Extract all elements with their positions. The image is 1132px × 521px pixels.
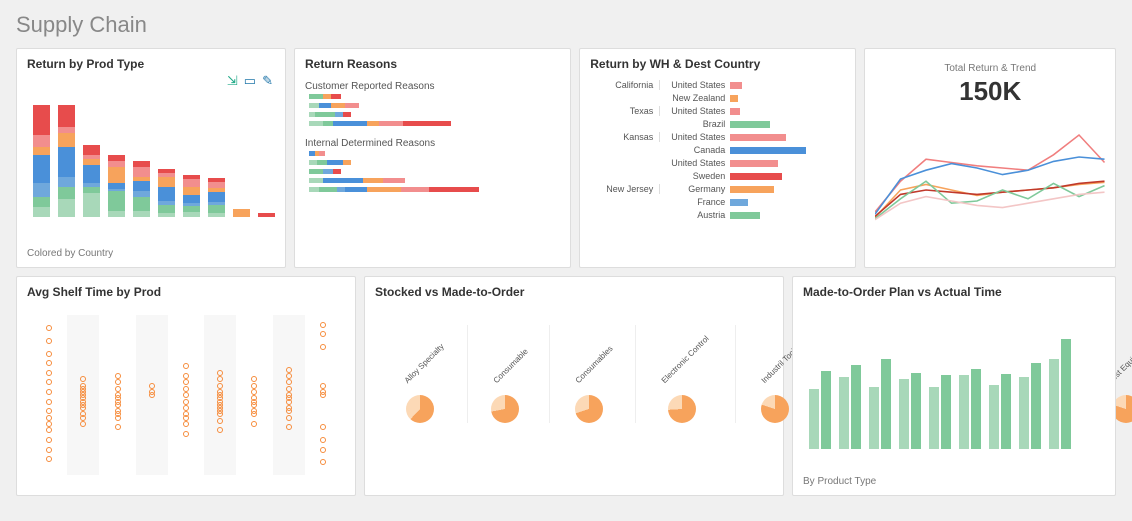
- edit-icon[interactable]: ✎: [262, 73, 273, 89]
- page-title: Supply Chain: [16, 12, 1116, 38]
- kpi-value: 150K: [875, 76, 1105, 107]
- card-return-by-prod-type[interactable]: Return by Prod Type ⇲ ▭ ✎ Colored by Cou…: [16, 48, 286, 268]
- card-footnote: By Product Type: [803, 476, 1105, 487]
- card-return-by-wh[interactable]: Return by WH & Dest Country CaliforniaUn…: [579, 48, 856, 268]
- card-return-reasons[interactable]: Return Reasons Customer Reported Reasons…: [294, 48, 571, 268]
- card-toolbar: ⇲ ▭ ✎: [227, 73, 273, 89]
- stacked-bar-chart: [33, 97, 275, 217]
- card-mto-plan-vs-actual[interactable]: Made-to-Order Plan vs Actual Time By Pro…: [792, 276, 1116, 496]
- kpi-title: Total Return & Trend: [875, 63, 1105, 74]
- card-title: Avg Shelf Time by Prod: [27, 285, 345, 299]
- row-2: Avg Shelf Time by Prod Stocked vs Made-t…: [16, 276, 1116, 496]
- trend-line-chart: [875, 113, 1105, 223]
- card-total-return-trend[interactable]: Total Return & Trend 150K: [864, 48, 1116, 268]
- subtitle-internal: Internal Determined Reasons: [305, 138, 560, 149]
- hbars-internal: [309, 151, 560, 196]
- card-title: Return Reasons: [305, 57, 560, 71]
- strip-plot: [27, 315, 345, 475]
- subtitle-customer: Customer Reported Reasons: [305, 81, 560, 92]
- card-title: Return by WH & Dest Country: [590, 57, 845, 71]
- pie-row: Alloy SpecialtyConsumableConsumablesElec…: [375, 325, 773, 475]
- hbars-customer: [309, 94, 560, 130]
- card-avg-shelf-time[interactable]: Avg Shelf Time by Prod: [16, 276, 356, 496]
- card-title: Return by Prod Type: [27, 57, 275, 71]
- grouped-bar-chart: [803, 319, 1105, 449]
- card-stocked-vs-mto[interactable]: Stocked vs Made-to-Order Alloy Specialty…: [364, 276, 784, 496]
- export-icon[interactable]: ⇲: [227, 73, 238, 89]
- card-footnote: Colored by Country: [27, 248, 275, 259]
- card-title: Made-to-Order Plan vs Actual Time: [803, 285, 1105, 299]
- card-title: Stocked vs Made-to-Order: [375, 285, 773, 299]
- row-1: Return by Prod Type ⇲ ▭ ✎ Colored by Cou…: [16, 48, 1116, 268]
- wh-chart: CaliforniaUnited StatesNew ZealandTexasU…: [590, 79, 845, 221]
- fullscreen-icon[interactable]: ▭: [244, 73, 256, 89]
